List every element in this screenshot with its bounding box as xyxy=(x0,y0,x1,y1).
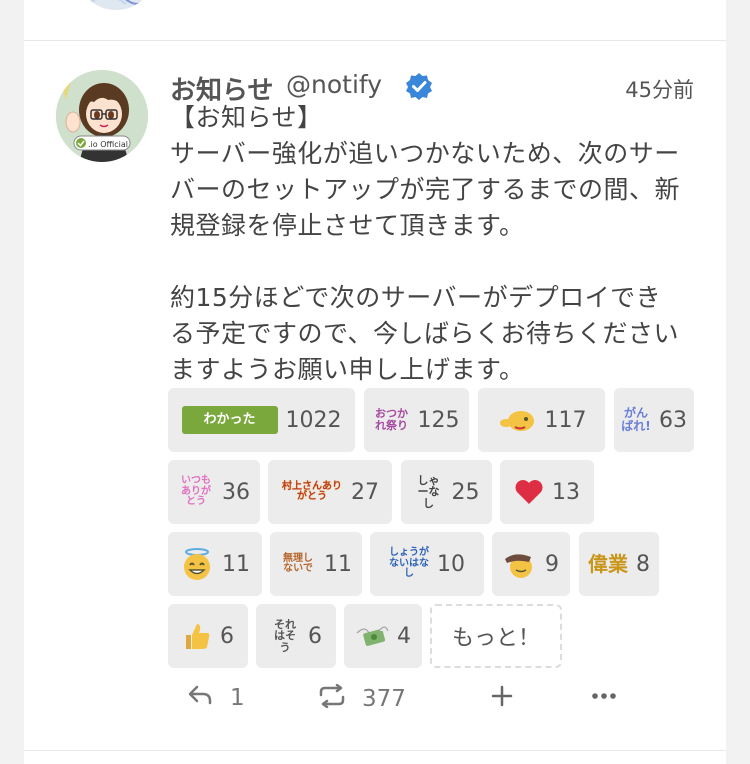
reaction-count: 117 xyxy=(544,407,587,433)
reaction-pat-head[interactable]: 9 xyxy=(492,532,570,596)
reaction-murakami-san-arigatou[interactable]: 村上さんありがとう 27 xyxy=(268,460,392,524)
red-heart-emoji xyxy=(514,478,544,506)
money-wings-emoji xyxy=(355,621,389,651)
plus-icon xyxy=(490,684,514,714)
reaction-count: 4 xyxy=(397,623,411,649)
reaction-shouganai[interactable]: しょうがないはなし 10 xyxy=(370,532,484,596)
igyou-text-emoji: 偉業 xyxy=(588,551,628,576)
divider xyxy=(24,40,726,41)
sorewa-sou-text-emoji: それはそう xyxy=(274,617,296,654)
wakatta-text-emoji: わかった xyxy=(181,406,278,434)
avatar[interactable]: .io Official xyxy=(56,70,148,162)
itsumo-arigatou-text-emoji: いつもありがとう xyxy=(181,475,211,508)
reaction-otsukare-matsuri[interactable]: おつかれ祭り 125 xyxy=(364,388,469,452)
reaction-count: 6 xyxy=(308,623,322,649)
reaction-count: 11 xyxy=(324,551,352,577)
verified-icon xyxy=(405,72,433,100)
reaction-whistle-face[interactable]: 117 xyxy=(478,388,605,452)
reaction-count: 63 xyxy=(659,407,687,433)
more-options-button[interactable] xyxy=(590,684,618,714)
reaction-count: 25 xyxy=(451,479,480,505)
post-body: 【お知らせ】 サーバー強化が追いつかないため、次のサー バーのセットアップが完了… xyxy=(170,103,681,384)
reaction-wakatta[interactable]: わかった 1022 xyxy=(168,388,355,452)
more-horizontal-icon xyxy=(590,684,618,714)
reaction-count: 10 xyxy=(437,551,465,577)
shouganai-text-emoji: しょうがないはなし xyxy=(389,547,429,580)
reaction-count: 125 xyxy=(417,407,460,433)
previous-post-fragment xyxy=(24,0,726,40)
username[interactable]: @notify xyxy=(286,70,382,99)
ganbare-text-emoji: がんばれ! xyxy=(621,406,651,433)
muri-shinaide-text-emoji: 無理しないで xyxy=(283,552,313,574)
whistle-face-emoji xyxy=(497,405,537,435)
reaction-thumbs-up[interactable]: 6 xyxy=(168,604,248,668)
reply-icon xyxy=(188,684,214,712)
reaction-muri-shinaide[interactable]: 無理しないで 11 xyxy=(270,532,362,596)
reaction-halo-smile[interactable]: 11 xyxy=(168,532,262,596)
reaction-count: 13 xyxy=(552,479,580,505)
reply-count: 1 xyxy=(230,685,245,711)
reaction-count: 6 xyxy=(220,623,234,649)
reaction-igyou[interactable]: 偉業 8 xyxy=(579,532,659,596)
reaction-money-wings[interactable]: 4 xyxy=(344,604,422,668)
add-reaction-button[interactable] xyxy=(490,684,514,714)
timeline-card: .io Official お知らせ @notify 45分前 【お知らせ】 サー… xyxy=(24,0,726,764)
more-reactions-button[interactable]: もっと！ xyxy=(430,604,562,668)
renote-count: 377 xyxy=(362,686,406,712)
reaction-count: 1022 xyxy=(285,407,342,433)
reaction-sorewa-sou[interactable]: それはそう 6 xyxy=(256,604,336,668)
otsukare-matsuri-text-emoji: おつかれ祭り xyxy=(375,407,408,432)
reaction-itsumo-arigatou[interactable]: いつもありがとう 36 xyxy=(168,460,260,524)
reply-button[interactable]: 1 xyxy=(188,684,245,712)
reaction-count: 27 xyxy=(351,479,379,505)
reaction-count: 11 xyxy=(222,551,250,577)
murakami-san-arigatou-text-emoji: 村上さんありがとう xyxy=(282,480,342,502)
previous-post-avatar[interactable] xyxy=(76,0,156,10)
shaanai-text-emoji: しゃーなし xyxy=(417,473,440,510)
reaction-ganbare[interactable]: がんばれ! 63 xyxy=(614,388,694,452)
divider xyxy=(24,750,726,751)
post-actions: 1 377 xyxy=(184,683,624,724)
reaction-red-heart[interactable]: 13 xyxy=(500,460,594,524)
pat-head-emoji xyxy=(503,549,537,579)
thumbs-up-emoji xyxy=(182,621,212,651)
avatar-badge-text: .io Official xyxy=(88,140,128,149)
renote-button[interactable]: 377 xyxy=(318,683,406,714)
halo-smile-emoji xyxy=(180,547,214,581)
reaction-count: 36 xyxy=(222,479,250,505)
reaction-count: 9 xyxy=(545,551,559,577)
reaction-shaanai[interactable]: しゃーなし 25 xyxy=(401,460,492,524)
reaction-count: 8 xyxy=(636,551,650,577)
renote-icon xyxy=(318,683,346,714)
